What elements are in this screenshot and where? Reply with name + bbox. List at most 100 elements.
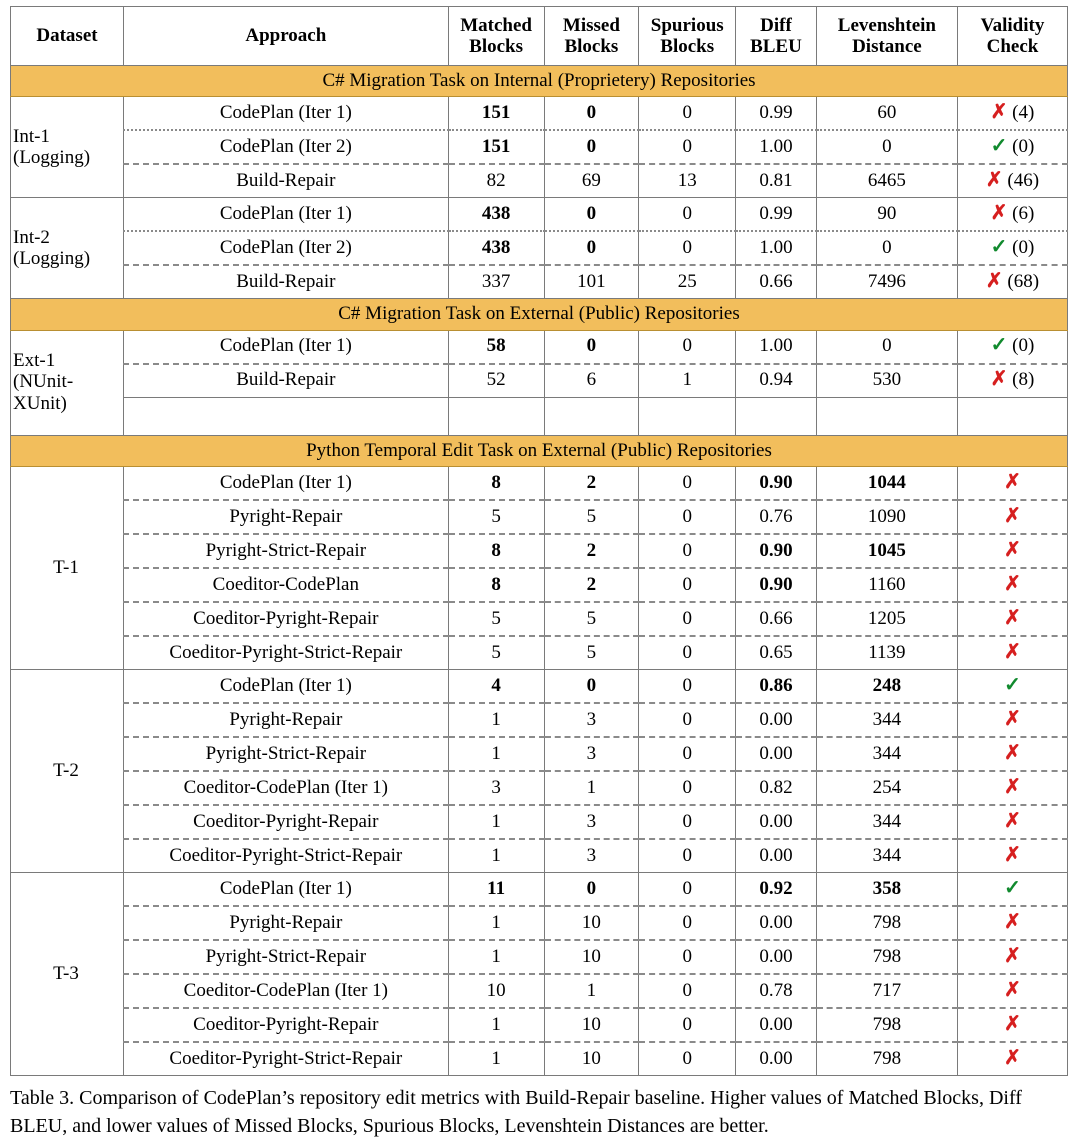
dataset-label-cell: Ext-1 (NUnit- XUnit): [10, 329, 124, 436]
table-row: CodePlan (Iter 2) 151 0 0 1.00 0 ✓ (0): [11, 129, 1069, 165]
metric-spurious: 0: [638, 129, 737, 165]
metric-missed: 5: [543, 634, 640, 670]
metric-diff: 0.81: [735, 163, 817, 199]
table-row: Coeditor-Pyright-Strict-Repair 5 5 0 0.65 113…: [11, 634, 1069, 670]
metric-lev: 1160: [815, 566, 958, 603]
metric-diff: 0.00: [735, 938, 817, 975]
metric-lev: 344: [815, 803, 958, 840]
dataset-label-line: (NUnit-: [13, 371, 74, 393]
approach-name: Pyright-Repair: [122, 498, 449, 535]
metric-missed: 0: [543, 669, 640, 704]
approach-name: Coeditor-Pyright-Strict-Repair: [122, 634, 449, 670]
table-row: Build-Repair 337 101 25 0.66 7496 ✗ (68): [11, 264, 1069, 300]
approach-name: Coeditor-Pyright-Repair: [122, 1006, 449, 1043]
col-header-line1: Matched: [460, 14, 532, 36]
metric-lev: 0: [815, 129, 958, 165]
section-banner-title: C# Migration Task on Internal (Propriete…: [10, 64, 1068, 98]
metric-missed: 2: [543, 566, 640, 603]
metric-matched: 438: [447, 230, 545, 266]
approach-name: CodePlan (Iter 2): [122, 129, 449, 165]
metric-missed: 5: [543, 600, 640, 637]
cross-icon: ✗: [1004, 640, 1021, 663]
metric-spurious: 1: [638, 362, 737, 398]
col-header-line1: Missed: [562, 14, 620, 36]
metric-missed: 3: [543, 735, 640, 772]
validity-check-cell: ✗: [956, 938, 1069, 975]
approach-name: Build-Repair: [122, 264, 449, 300]
validity-check-cell: ✗: [956, 701, 1069, 738]
metric-matched: 438: [447, 197, 545, 232]
metric-missed: 0: [543, 197, 640, 232]
dataset-label-cell: T-2: [10, 668, 124, 873]
table-row: Pyright-Strict-Repair 1 10 0 0.00 798 ✗: [11, 938, 1069, 975]
table-row: Pyright-Strict-Repair 1 3 0 0.00 344 ✗: [11, 735, 1069, 772]
metric-diff: 0.00: [735, 904, 817, 941]
metric-matched: 52: [447, 362, 545, 398]
col-header-line2: Distance: [852, 36, 922, 57]
cross-icon: ✗: [1004, 572, 1021, 595]
metric-matched: 8: [447, 532, 545, 569]
metric-lev: 60: [815, 96, 958, 131]
metric-matched: 5: [447, 600, 545, 637]
cross-icon: ✗: [990, 101, 1008, 124]
col-header-matched: Matched Blocks: [447, 6, 545, 66]
validity-count: (0): [1007, 335, 1035, 357]
metric-lev: 6465: [815, 163, 958, 199]
approach-name: CodePlan (Iter 1): [122, 96, 449, 131]
cross-icon: ✗: [1004, 504, 1021, 527]
col-header-line1: Levenshtein: [837, 14, 936, 36]
approach-name: CodePlan (Iter 1): [122, 197, 449, 232]
approach-name: Build-Repair: [122, 362, 449, 398]
approach-name: Coeditor-Pyright-Repair: [122, 803, 449, 840]
col-header-line2: Check: [986, 36, 1039, 57]
metric-missed: 3: [543, 837, 640, 873]
metric-spurious: 25: [638, 264, 737, 300]
metric-diff: 0.66: [735, 600, 817, 637]
validity-count: (46): [1002, 170, 1040, 192]
cross-icon: ✗: [1004, 944, 1021, 967]
approach-name: Build-Repair: [122, 163, 449, 199]
cross-icon: ✗: [1004, 470, 1021, 493]
table-row: Pyright-Repair 1 3 0 0.00 344 ✗: [11, 701, 1069, 738]
metric-matched: 4: [447, 669, 545, 704]
caption-text: Comparison of CodePlan’s repository edit…: [10, 1086, 1022, 1138]
metric-spurious: 0: [638, 466, 737, 501]
approach-name: Coeditor-Pyright-Strict-Repair: [122, 1040, 449, 1076]
dataset-label-line: (Logging): [13, 146, 91, 168]
metric-lev: 344: [815, 735, 958, 772]
metric-spurious: 13: [638, 163, 737, 199]
metric-missed: 2: [543, 532, 640, 569]
metric-matched: 5: [447, 498, 545, 535]
metric-lev: 1139: [815, 634, 958, 670]
metric-spurious: 0: [638, 669, 737, 704]
validity-check-cell: ✓ (0): [956, 330, 1069, 365]
validity-check-cell: ✗: [956, 600, 1069, 637]
approach-name: Coeditor-CodePlan: [122, 566, 449, 603]
table-row: Pyright-Repair 1 10 0 0.00 798 ✗: [11, 904, 1069, 941]
metric-diff: 0.92: [735, 872, 817, 907]
table-header-row: Dataset Approach Matched Blocks Missed Blocks…: [10, 6, 1069, 66]
metric-diff: 1.00: [735, 230, 817, 266]
col-header-line1: Dataset: [36, 25, 98, 47]
table-row: Pyright-Strict-Repair 8 2 0 0.90 1045 ✗: [11, 532, 1069, 569]
metric-matched: 3: [447, 769, 545, 806]
metric-missed: 6: [543, 362, 640, 398]
validity-check-cell: ✓ (0): [956, 230, 1069, 266]
metric-lev: 717: [815, 972, 958, 1009]
metric-diff: 1.00: [735, 330, 817, 365]
dataset-label-line: Int-1: [13, 125, 50, 147]
metrics-table-container: Dataset Approach Matched Blocks Missed Blocks…: [0, 0, 1080, 1076]
metric-matched: 1: [447, 904, 545, 941]
cross-icon: ✗: [985, 270, 1003, 293]
section-banner-row: Python Temporal Edit Task on External (P…: [10, 434, 1068, 467]
approach-name: Coeditor-Pyright-Repair: [122, 600, 449, 637]
metric-missed: 10: [543, 938, 640, 975]
metric-diff: 0.00: [735, 1040, 817, 1076]
metric-spurious: 0: [638, 904, 737, 941]
metric-matched: 1: [447, 837, 545, 873]
metric-lev: 344: [815, 701, 958, 738]
metric-lev: 1045: [815, 532, 958, 569]
validity-check-cell: ✗ (46): [956, 163, 1069, 199]
table-row: Int-1 (Logging) CodePlan (Iter 1) 151 0 0 0.99…: [10, 96, 1069, 199]
table-row-filler: [11, 397, 1069, 436]
